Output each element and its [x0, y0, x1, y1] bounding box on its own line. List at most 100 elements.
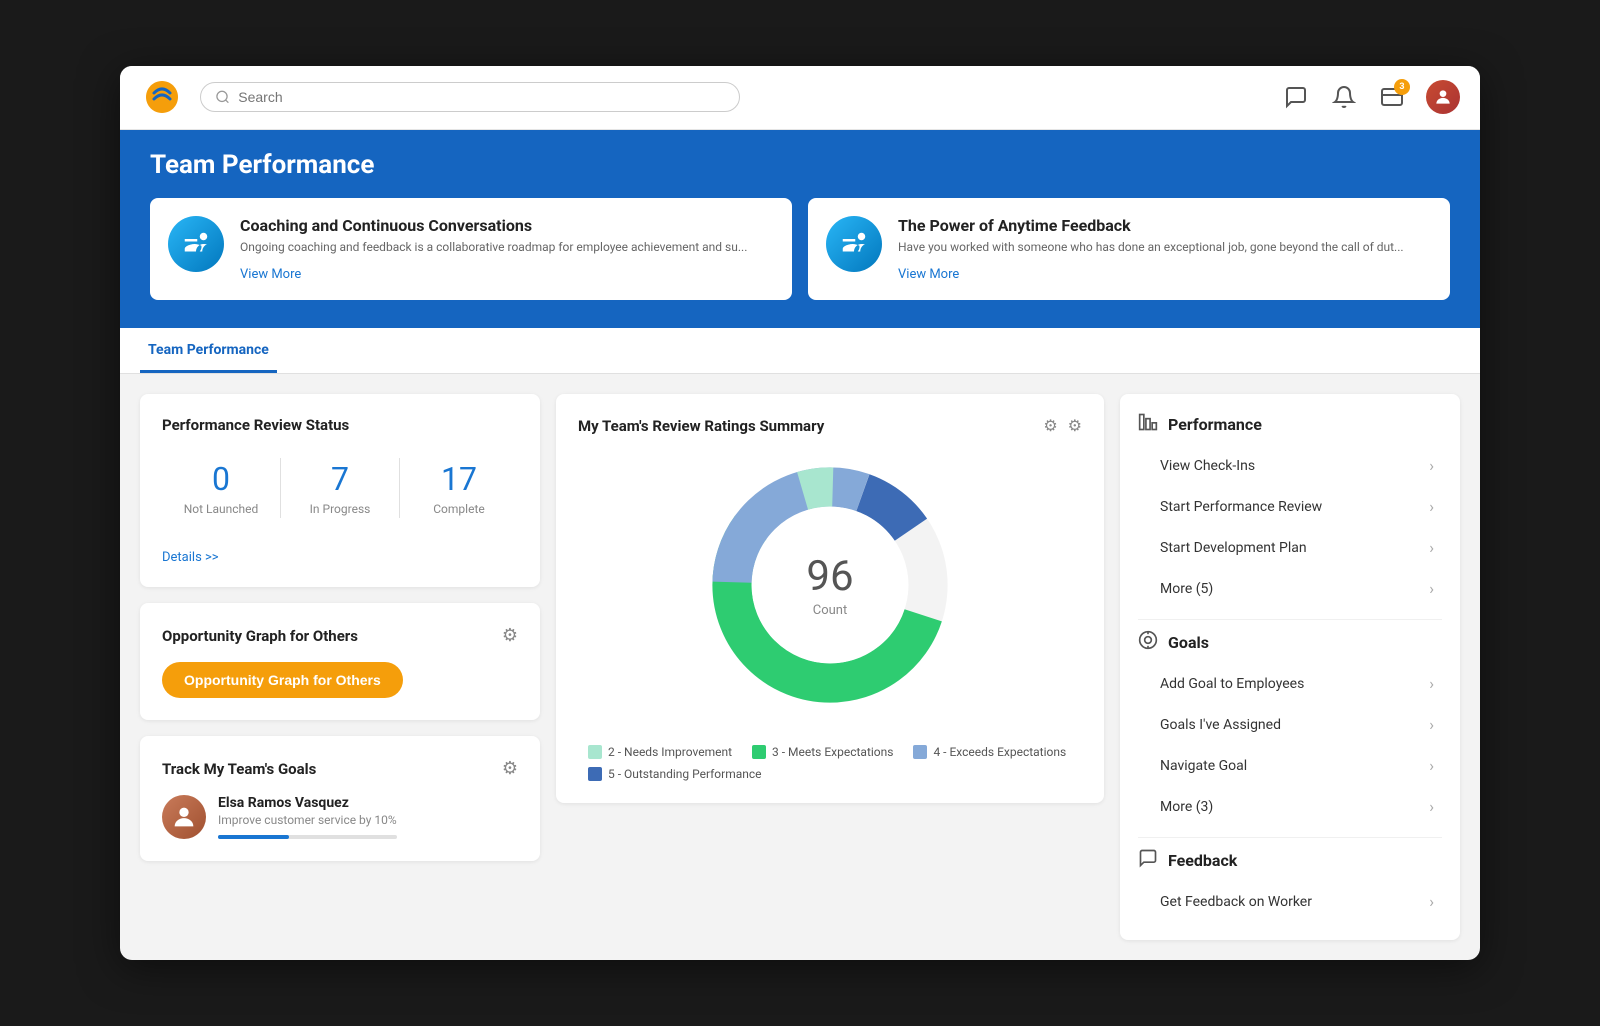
workday-logo[interactable]	[140, 75, 184, 119]
right-column: Performance View Check-Ins›Start Perform…	[1120, 394, 1460, 940]
sidebar-menu-item-label: More (5)	[1160, 581, 1213, 597]
coaching-title: Coaching and Continuous Conversations	[240, 216, 747, 235]
legend-item: 4 - Exceeds Expectations	[913, 745, 1066, 759]
opportunity-graph-card: Opportunity Graph for Others ⚙ Opportuni…	[140, 603, 540, 720]
ratings-header: My Team's Review Ratings Summary ⚙ ⚙	[578, 416, 1082, 435]
tab-team-performance[interactable]: Team Performance	[140, 328, 277, 373]
track-goals-card: Track My Team's Goals ⚙ Elsa Ramos Vasqu…	[140, 736, 540, 861]
sidebar-menu-item-label: Start Development Plan	[1160, 540, 1307, 556]
opportunity-graph-title: Opportunity Graph for Others	[162, 627, 358, 645]
donut-label: Count	[806, 603, 853, 618]
track-goals-settings-icon[interactable]: ⚙	[502, 758, 518, 779]
legend-item: 2 - Needs Improvement	[588, 745, 732, 759]
sidebar-menu-item[interactable]: Get Feedback on Worker ›	[1138, 881, 1442, 922]
sidebar-menu-item-label: Goals I've Assigned	[1160, 717, 1281, 733]
goal-progress-fill	[218, 835, 289, 839]
feedback-section: Feedback Get Feedback on Worker ›	[1138, 848, 1442, 922]
sidebar-menu-item[interactable]: Goals I've Assigned›	[1138, 704, 1442, 745]
sidebar-menu-item-label: Start Performance Review	[1160, 499, 1322, 515]
legend-item: 5 - Outstanding Performance	[588, 767, 762, 781]
goal-info: Elsa Ramos Vasquez Improve customer serv…	[218, 795, 397, 839]
ratings-filter-icon[interactable]: ⚙	[1043, 416, 1057, 435]
search-input[interactable]	[238, 89, 725, 105]
chevron-right-icon: ›	[1429, 579, 1434, 598]
review-stats: 0 Not Launched 7 In Progress 17 Complete	[162, 450, 518, 526]
coaching-card: Coaching and Continuous Conversations On…	[150, 198, 792, 301]
complete-number: 17	[400, 460, 518, 498]
chevron-right-icon: ›	[1429, 892, 1434, 911]
donut-count: 96	[806, 552, 853, 601]
sidebar-menu-item-label: View Check-Ins	[1160, 458, 1255, 474]
coaching-icon	[168, 216, 224, 272]
chevron-right-icon: ›	[1429, 756, 1434, 775]
in-progress-label: In Progress	[281, 502, 399, 516]
nav-icons: 3	[1282, 80, 1460, 114]
search-bar[interactable]	[200, 82, 740, 112]
complete-label: Complete	[400, 502, 518, 516]
performance-review-card: Performance Review Status 0 Not Launched…	[140, 394, 540, 587]
performance-menu: View Check-Ins›Start Performance Review›…	[1138, 445, 1442, 609]
goal-item: Elsa Ramos Vasquez Improve customer serv…	[162, 795, 518, 839]
notifications-icon[interactable]	[1330, 83, 1358, 111]
opportunity-graph-button[interactable]: Opportunity Graph for Others	[162, 662, 403, 698]
sidebar-menu-item[interactable]: View Check-Ins›	[1138, 445, 1442, 486]
sidebar-menu-item[interactable]: More (3)›	[1138, 786, 1442, 827]
goals-section: Goals Add Goal to Employees›Goals I've A…	[1138, 630, 1442, 827]
performance-section-header: Performance	[1138, 412, 1442, 437]
ratings-title: My Team's Review Ratings Summary	[578, 417, 824, 435]
sidebar-menu-item-label: Get Feedback on Worker	[1160, 894, 1312, 910]
main-window: 3 Team Performance Coaching and Continuo…	[120, 66, 1480, 961]
ratings-settings-icon[interactable]: ⚙	[1068, 416, 1082, 435]
feedback-view-more[interactable]: View More	[898, 267, 959, 282]
sidebar-menu-item[interactable]: Add Goal to Employees›	[1138, 663, 1442, 704]
feedback-section-title: Feedback	[1168, 851, 1237, 870]
chevron-right-icon: ›	[1429, 674, 1434, 693]
coaching-view-more[interactable]: View More	[240, 267, 301, 282]
section-divider-1	[1138, 619, 1442, 620]
coaching-content: Coaching and Continuous Conversations On…	[240, 216, 747, 283]
legend-color	[588, 767, 602, 781]
legend-color	[588, 745, 602, 759]
sidebar-menu-item[interactable]: Navigate Goal ›	[1138, 745, 1442, 786]
avatar-person-icon	[170, 803, 198, 831]
legend-item: 3 - Meets Expectations	[752, 745, 893, 759]
goals-menu: Add Goal to Employees›Goals I've Assigne…	[1138, 663, 1442, 827]
sidebar-menu-item-label: Navigate Goal	[1160, 758, 1247, 774]
chevron-right-icon: ›	[1429, 538, 1434, 557]
legend-label: 3 - Meets Expectations	[772, 745, 893, 759]
left-column: Performance Review Status 0 Not Launched…	[140, 394, 540, 861]
stat-not-launched: 0 Not Launched	[162, 450, 280, 526]
feedback-content: The Power of Anytime Feedback Have you w…	[898, 216, 1404, 283]
user-avatar[interactable]	[1426, 80, 1460, 114]
performance-section: Performance View Check-Ins›Start Perform…	[1138, 412, 1442, 609]
sidebar-menu-item[interactable]: More (5) ›	[1138, 568, 1442, 609]
donut-chart-container: 96 Count	[578, 445, 1082, 725]
goal-person-avatar	[162, 795, 206, 839]
goal-person-name: Elsa Ramos Vasquez	[218, 795, 397, 811]
tabs-bar: Team Performance	[120, 328, 1480, 374]
performance-section-title: Performance	[1168, 415, 1262, 434]
goal-progress-bar	[218, 835, 397, 839]
not-launched-number: 0	[162, 460, 280, 498]
legend-label: 4 - Exceeds Expectations	[933, 745, 1066, 759]
coaching-desc: Ongoing coaching and feedback is a colla…	[240, 239, 747, 256]
stat-in-progress: 7 In Progress	[281, 450, 399, 526]
legend-label: 2 - Needs Improvement	[608, 745, 732, 759]
inbox-icon[interactable]: 3	[1378, 83, 1406, 111]
opportunity-graph-settings-icon[interactable]: ⚙	[502, 625, 518, 646]
chevron-right-icon: ›	[1429, 797, 1434, 816]
sidebar-menu-item[interactable]: Start Performance Review›	[1138, 486, 1442, 527]
goals-section-icon	[1138, 630, 1158, 655]
not-launched-label: Not Launched	[162, 502, 280, 516]
sidebar-menu-item[interactable]: Start Development Plan ›	[1138, 527, 1442, 568]
goal-description: Improve customer service by 10%	[218, 813, 397, 827]
stat-complete: 17 Complete	[400, 450, 518, 526]
details-link[interactable]: Details >>	[162, 550, 219, 565]
inbox-badge: 3	[1394, 79, 1410, 95]
banner-cards: Coaching and Continuous Conversations On…	[150, 198, 1450, 301]
feedback-section-header: Feedback	[1138, 848, 1442, 873]
page-title: Team Performance	[150, 150, 1450, 180]
messages-icon[interactable]	[1282, 83, 1310, 111]
section-divider-2	[1138, 837, 1442, 838]
in-progress-number: 7	[281, 460, 399, 498]
